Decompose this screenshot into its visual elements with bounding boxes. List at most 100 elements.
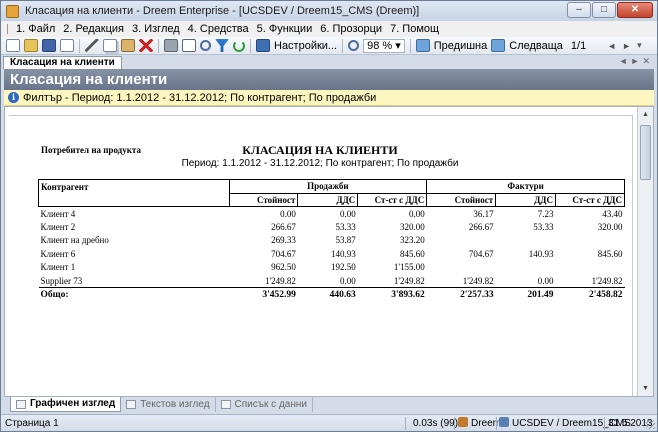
group-sales-header: Продажби: [229, 179, 428, 194]
previous-page-icon[interactable]: [415, 39, 430, 52]
copy-icon[interactable]: [103, 39, 117, 52]
row-sales-value: 1'249.82: [265, 275, 296, 286]
total-invoices-value: 2'257.33: [426, 287, 496, 301]
menu-edit[interactable]: 2. Редакция: [59, 21, 128, 37]
row-invoices-total: 845.60: [597, 248, 623, 259]
report-period: Период: 1.1.2012 - 31.12.2012; По контра…: [181, 158, 459, 169]
vertical-scrollbar[interactable]: ▲ ▼: [637, 107, 653, 396]
tab-data-list-label: Списък с данни: [234, 398, 307, 410]
app-icon[interactable]: [6, 4, 19, 18]
tab-text-view[interactable]: Текстов изглед: [121, 397, 216, 412]
window-title: Класация на клиенти - Dreem Enterprise -…: [25, 5, 420, 17]
zoom-select[interactable]: 98 % ▾: [363, 38, 405, 53]
filter-icon[interactable]: [215, 39, 229, 52]
row-invoices-total: 1'249.82: [591, 275, 623, 286]
new-icon[interactable]: [6, 39, 20, 52]
print-icon[interactable]: [164, 39, 178, 52]
refresh-icon[interactable]: [233, 39, 245, 52]
row-invoices-vat: 140.93: [528, 248, 554, 259]
minimize-button[interactable]: –: [567, 2, 591, 18]
report-preview[interactable]: Потребител на продукта КЛАСАЦИЯ НА КЛИЕН…: [4, 106, 654, 397]
table-row: Supplier 73 1'249.82 0.00 1'249.82 1'249…: [39, 274, 625, 288]
scroll-up-icon[interactable]: ▲: [638, 107, 653, 122]
application-window: Класация на клиенти - Dreem Enterprise -…: [0, 0, 658, 432]
settings-icon[interactable]: [256, 39, 270, 52]
status-time: 0.03s (99): [413, 418, 459, 429]
save-icon[interactable]: [42, 39, 56, 52]
menu-grip-icon: [7, 24, 13, 34]
row-invoices-total: 43.40: [602, 208, 623, 219]
col-invoices-value-header: Стойност: [426, 193, 497, 207]
table-row: Клиент на дребно 269.33 53.87 323.20: [39, 234, 625, 248]
toolbar-separator: [342, 38, 344, 53]
find-icon[interactable]: [200, 40, 211, 51]
row-sales-vat: 53.33: [335, 221, 356, 232]
col-invoices-total-header: Ст-ст с ДДС: [555, 193, 625, 207]
arrow-right-icon[interactable]: ►: [622, 41, 631, 51]
row-sales-vat: 53.87: [335, 235, 356, 246]
page-margin-top: [9, 115, 633, 116]
next-page-button[interactable]: Следваща: [509, 40, 563, 52]
page-indicator[interactable]: 1/1: [571, 40, 586, 52]
tab-navigation-icons[interactable]: ◄►✕: [619, 56, 653, 67]
menu-file[interactable]: 1. Файл: [3, 21, 59, 37]
table-row: Клиент 4 0.00 0.00 0.00 36.17 7.23 43.40: [39, 207, 625, 221]
total-invoices-vat: 201.49: [495, 287, 556, 301]
tab-graphic-view-label: Графичен изглед: [30, 398, 116, 409]
toolbar-overflow-icon[interactable]: ▾: [637, 40, 642, 51]
status-divider: [604, 417, 605, 430]
menu-tools[interactable]: 4. Средства: [184, 21, 253, 37]
open-icon[interactable]: [24, 39, 38, 52]
row-name: Клиент 6: [40, 248, 76, 259]
row-invoices-value: [427, 234, 496, 248]
arrow-left-icon[interactable]: ◄: [607, 41, 616, 51]
cut-icon[interactable]: [85, 39, 99, 52]
delete-icon[interactable]: [139, 39, 153, 52]
row-sales-value: 704.67: [271, 248, 296, 259]
zoom-icon[interactable]: [348, 40, 360, 51]
toolbar-separator: [79, 38, 80, 53]
row-sales-total: 0.00: [408, 208, 425, 219]
row-invoices-total: [556, 261, 625, 275]
print-preview-icon[interactable]: [182, 39, 196, 52]
total-invoices-total: 2'458.82: [555, 287, 625, 301]
text-view-icon: [126, 400, 137, 409]
zoom-value: 98 %: [367, 39, 393, 52]
menu-view[interactable]: 3. Изглед: [128, 21, 184, 37]
dreem-icon: [458, 417, 468, 427]
info-icon: i: [8, 92, 19, 103]
toolbar-separator: [409, 38, 411, 53]
scroll-down-icon[interactable]: ▼: [638, 381, 653, 396]
menu-help[interactable]: 7. Помощ: [386, 21, 443, 37]
menu-windows[interactable]: 6. Прозорци: [316, 21, 386, 37]
row-invoices-vat: [496, 234, 556, 248]
resize-grip-icon[interactable]: [646, 420, 655, 429]
tab-client-ranking[interactable]: Класация на клиенти: [3, 56, 122, 69]
tab-data-list[interactable]: Списък с данни: [216, 397, 313, 412]
check-icon[interactable]: [60, 39, 74, 52]
next-page-icon[interactable]: [491, 39, 506, 52]
row-sales-vat: 0.00: [340, 208, 356, 219]
paste-icon[interactable]: [121, 39, 135, 52]
menu-functions[interactable]: 5. Функции: [253, 21, 317, 37]
status-page: Страница 1: [5, 418, 59, 429]
status-divider: [405, 417, 406, 430]
col-sales-total-header: Ст-ст с ДДС: [357, 193, 428, 207]
database-icon: [499, 417, 509, 427]
row-sales-total: 323.20: [399, 235, 425, 246]
title-bar[interactable]: Класация на клиенти - Dreem Enterprise -…: [1, 1, 657, 21]
close-button[interactable]: ✕: [617, 2, 653, 18]
total-sales-value: 3'452.99: [229, 287, 298, 301]
filter-bar: i Филтър - Период: 1.1.2012 - 31.12.2012…: [4, 90, 654, 106]
row-sales-total: 845.60: [399, 248, 425, 259]
row-invoices-total: 320.00: [597, 221, 623, 232]
previous-page-button[interactable]: Предишна: [434, 40, 487, 52]
menu-bar: 1. Файл 2. Редакция 3. Изглед 4. Средств…: [1, 21, 657, 37]
row-invoices-value: 266.67: [468, 221, 494, 232]
tab-graphic-view[interactable]: Графичен изглед: [10, 397, 122, 412]
row-invoices-vat: [496, 261, 556, 275]
toolbar-separator: [250, 38, 251, 53]
settings-button[interactable]: Настройки...: [274, 40, 337, 52]
maximize-button[interactable]: □: [592, 2, 616, 18]
scrollbar-thumb[interactable]: [640, 125, 651, 180]
